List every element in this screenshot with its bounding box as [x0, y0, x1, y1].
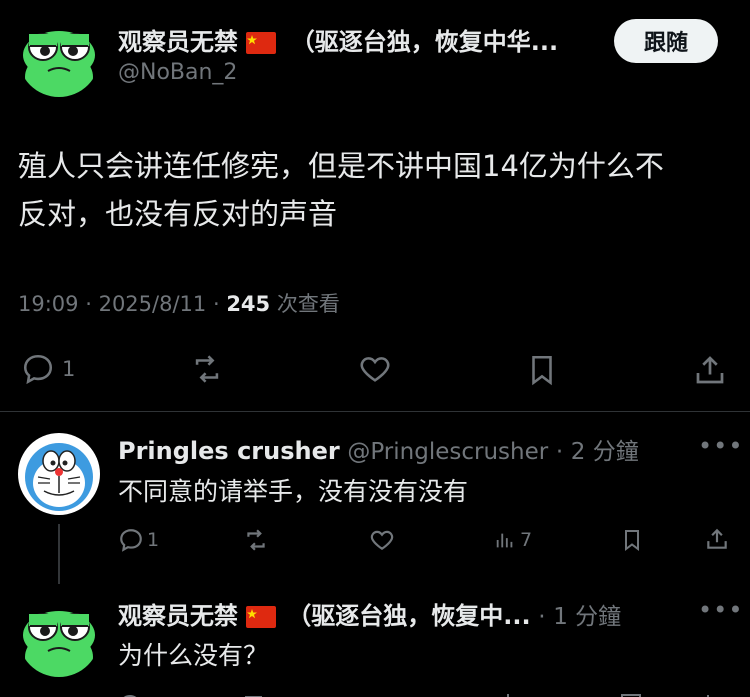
frog-avatar-icon [18, 15, 100, 97]
share-icon [707, 528, 727, 549]
separator-dot: · [555, 439, 564, 465]
separator-dot: · [85, 292, 99, 316]
action-row-partial [118, 688, 718, 697]
tweet-text-line: 反对，也没有反对的声音 [18, 197, 338, 231]
display-name[interactable]: 观察员无禁 [118, 602, 238, 630]
tweet-date: 2025/8/11 [98, 292, 207, 316]
bookmark-icon [532, 355, 552, 386]
avatar[interactable] [18, 433, 100, 515]
doraemon-avatar-icon [18, 433, 100, 515]
divider [0, 411, 750, 412]
display-name[interactable]: Pringles crusher [118, 437, 340, 465]
reply-count: 1 [147, 529, 160, 551]
retweet-button[interactable] [188, 352, 226, 386]
reply-text: 不同意的请举手，没有没有没有 [118, 477, 469, 506]
like-button[interactable] [356, 352, 394, 386]
name-suffix: （驱逐台独，恢复中... [287, 602, 531, 630]
reply-button[interactable]: 1 [118, 527, 159, 553]
more-options-icon[interactable]: ••• [698, 432, 743, 460]
retweet-icon [247, 529, 265, 551]
retweet-icon [195, 355, 219, 383]
heart-icon [360, 357, 390, 382]
analytics-icon [496, 533, 513, 548]
author-name[interactable]: 观察员无禁 （驱逐台独，恢复中华... [118, 22, 558, 57]
tweet-text: 殖人只会讲连任修宪，但是不讲中国14亿为什么不 反对，也没有反对的声音 [18, 142, 664, 238]
author-handle[interactable]: @Pringlescrusher [347, 439, 548, 465]
retweet-button[interactable] [242, 527, 270, 553]
bookmark-button[interactable] [525, 352, 559, 388]
time-ago[interactable]: 2 分鐘 [571, 439, 639, 465]
china-flag-icon [245, 606, 276, 628]
like-button[interactable] [368, 527, 396, 553]
author-handle[interactable]: @NoBan_2 [118, 60, 237, 85]
tweet-text-line: 殖人只会讲连任修宪，但是不讲中国14亿为什么不 [18, 149, 664, 183]
separator-dot: · [538, 604, 546, 630]
views-count: 7 [520, 529, 533, 551]
reply-count: 1 [62, 357, 76, 381]
heart-icon [370, 530, 394, 550]
more-options-icon[interactable]: ••• [698, 596, 743, 624]
bookmark-button[interactable] [620, 527, 644, 553]
tweet-time: 19:09 [18, 292, 79, 316]
bookmark-icon [625, 530, 639, 551]
tweet-meta: 19:09 · 2025/8/11 · 245 次查看 [18, 288, 340, 318]
share-button[interactable] [704, 526, 730, 552]
reply-button[interactable]: 1 [20, 352, 75, 386]
avatar[interactable] [18, 595, 100, 677]
reply-header: 观察员无禁 （驱逐台独，恢复中... · 1 分鐘 [118, 596, 621, 631]
china-flag-icon [246, 32, 277, 54]
frog-avatar-icon [18, 595, 100, 677]
follow-button[interactable]: 跟随 [614, 19, 718, 63]
time-ago[interactable]: 1 分鐘 [553, 604, 621, 630]
avatar[interactable] [18, 15, 100, 97]
reply-icon [120, 529, 142, 552]
views-count[interactable]: 245 [226, 292, 270, 316]
reply-icon [23, 354, 53, 385]
views-label[interactable]: 次查看 [277, 292, 340, 316]
share-icon [696, 356, 724, 384]
reply-text: 为什么没有？ [118, 641, 269, 670]
reply-header: Pringles crusher @Pringlescrusher · 2 分鐘 [118, 432, 639, 466]
share-button[interactable] [692, 352, 728, 388]
separator-dot: · [212, 292, 227, 316]
display-name: 观察员无禁 [118, 28, 238, 56]
views-button[interactable]: 7 [494, 527, 532, 553]
name-suffix: （驱逐台独，恢复中华... [290, 28, 559, 56]
thread-line [58, 524, 60, 584]
